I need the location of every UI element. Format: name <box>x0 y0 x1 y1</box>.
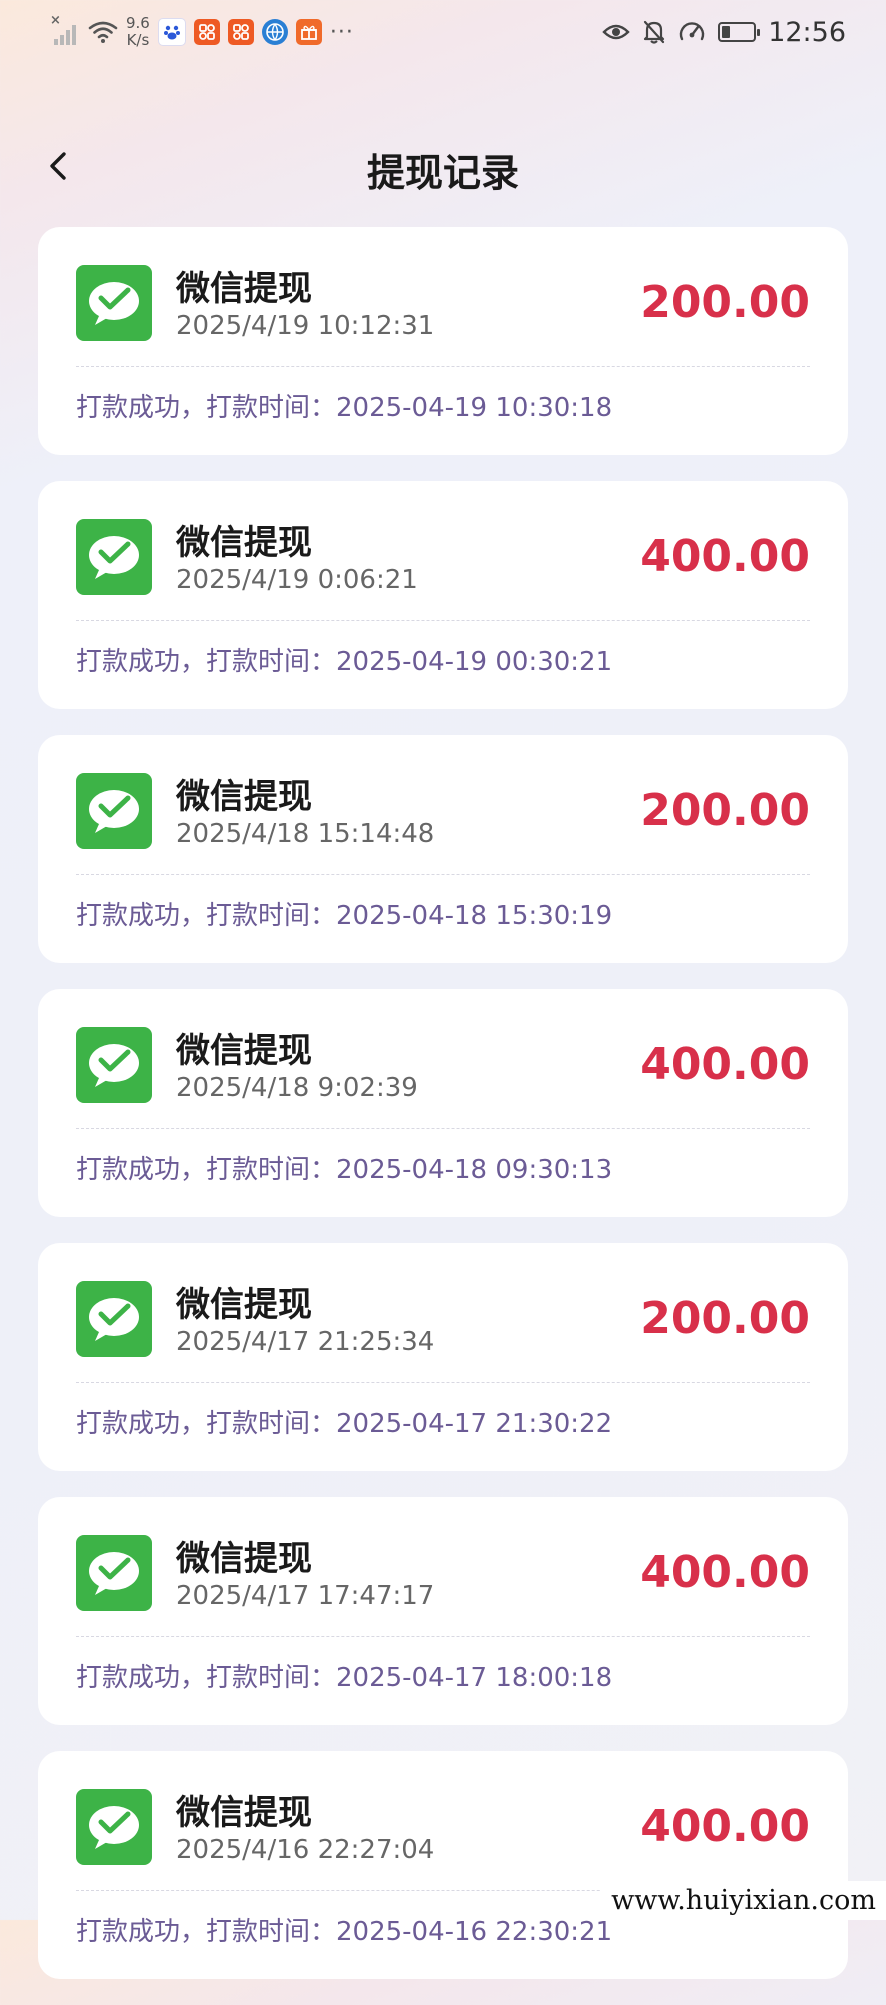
signal-icon: × <box>50 13 80 45</box>
record-title: 微信提现 <box>176 1285 312 1325</box>
wechat-pay-icon <box>76 1789 152 1865</box>
wifi-icon <box>88 21 118 43</box>
battery-level <box>722 26 730 38</box>
record-divider <box>76 874 810 875</box>
record-payment-status: 打款成功，打款时间：2025-04-16 22:30:21 <box>76 1917 613 1947</box>
withdrawal-record-card[interactable]: 微信提现 2025/4/19 10:12:31 200.00 打款成功，打款时间… <box>38 227 848 455</box>
record-request-time: 2025/4/17 17:47:17 <box>176 1581 435 1611</box>
withdrawal-record-card[interactable]: 微信提现 2025/4/18 15:14:48 200.00 打款成功，打款时间… <box>38 735 848 963</box>
record-amount: 400.00 <box>640 531 810 582</box>
wechat-pay-icon <box>76 773 152 849</box>
network-speed-value: 9.6 <box>126 14 150 32</box>
record-request-time: 2025/4/16 22:27:04 <box>176 1835 435 1865</box>
wechat-pay-icon <box>76 265 152 341</box>
record-title: 微信提现 <box>176 269 312 309</box>
withdrawal-record-card[interactable]: 微信提现 2025/4/18 9:02:39 400.00 打款成功，打款时间：… <box>38 989 848 1217</box>
network-speed: 9.6 K/s <box>126 15 150 49</box>
wechat-pay-icon <box>76 1281 152 1357</box>
app-icon <box>193 19 220 45</box>
clock: 12:56 <box>768 16 846 48</box>
status-bar-left: × 9.6 K/s ··· <box>50 10 354 54</box>
withdrawal-record-card[interactable]: 微信提现 2025/4/17 21:25:34 200.00 打款成功，打款时间… <box>38 1243 848 1471</box>
record-payment-status: 打款成功，打款时间：2025-04-17 18:00:18 <box>76 1663 613 1693</box>
record-amount: 400.00 <box>640 1039 810 1090</box>
record-divider <box>76 1382 810 1383</box>
record-amount: 200.00 <box>640 1293 810 1344</box>
bell-off-icon <box>644 20 665 44</box>
more-notifications-icon: ··· <box>329 19 354 45</box>
record-title: 微信提现 <box>176 1539 312 1579</box>
record-request-time: 2025/4/17 21:25:34 <box>176 1327 435 1357</box>
record-amount: 400.00 <box>640 1801 810 1852</box>
wechat-pay-icon <box>76 519 152 595</box>
record-title: 微信提现 <box>176 777 312 817</box>
record-payment-status: 打款成功，打款时间：2025-04-18 09:30:13 <box>76 1155 613 1185</box>
record-divider <box>76 1128 810 1129</box>
record-request-time: 2025/4/18 15:14:48 <box>176 819 435 849</box>
baidu-icon <box>157 18 186 46</box>
record-amount: 200.00 <box>640 785 810 836</box>
record-payment-status: 打款成功，打款时间：2025-04-19 10:30:18 <box>76 393 613 423</box>
record-divider <box>76 620 810 621</box>
watermark: www.huiyixian.com <box>601 1881 886 1920</box>
wechat-pay-icon <box>76 1027 152 1103</box>
record-title: 微信提现 <box>176 1031 312 1071</box>
record-payment-status: 打款成功，打款时间：2025-04-19 00:30:21 <box>76 647 613 677</box>
record-payment-status: 打款成功，打款时间：2025-04-17 21:30:22 <box>76 1409 613 1439</box>
record-request-time: 2025/4/18 9:02:39 <box>176 1073 418 1103</box>
browser-icon <box>261 19 288 45</box>
record-title: 微信提现 <box>176 1793 312 1833</box>
record-title: 微信提现 <box>176 523 312 563</box>
header: 提现记录 <box>0 120 886 216</box>
wechat-pay-icon <box>76 1535 152 1611</box>
page-title: 提现记录 <box>366 151 519 195</box>
record-amount: 400.00 <box>640 1547 810 1598</box>
gift-icon <box>295 19 322 45</box>
record-payment-status: 打款成功，打款时间：2025-04-18 15:30:19 <box>76 901 613 931</box>
withdrawal-record-card[interactable]: 微信提现 2025/4/17 17:47:17 400.00 打款成功，打款时间… <box>38 1497 848 1725</box>
eye-icon <box>602 24 630 40</box>
speed-icon <box>680 22 705 41</box>
battery-icon <box>718 22 761 42</box>
record-request-time: 2025/4/19 0:06:21 <box>176 565 418 595</box>
withdrawal-record-list: 微信提现 2025/4/19 10:12:31 200.00 打款成功，打款时间… <box>38 227 848 2005</box>
withdrawal-record-card[interactable]: 微信提现 2025/4/16 22:27:04 400.00 打款成功，打款时间… <box>38 1751 848 1979</box>
record-amount: 200.00 <box>640 277 810 328</box>
withdrawal-record-card[interactable]: 微信提现 2025/4/19 0:06:21 400.00 打款成功，打款时间：… <box>38 481 848 709</box>
network-speed-unit: K/s <box>126 31 150 49</box>
record-divider <box>76 1636 810 1637</box>
record-request-time: 2025/4/19 10:12:31 <box>176 311 435 341</box>
status-bar: × 9.6 K/s ··· 12:56 <box>0 0 886 62</box>
record-divider <box>76 366 810 367</box>
status-bar-right: 12:56 <box>602 10 846 54</box>
app-icon <box>227 19 254 45</box>
